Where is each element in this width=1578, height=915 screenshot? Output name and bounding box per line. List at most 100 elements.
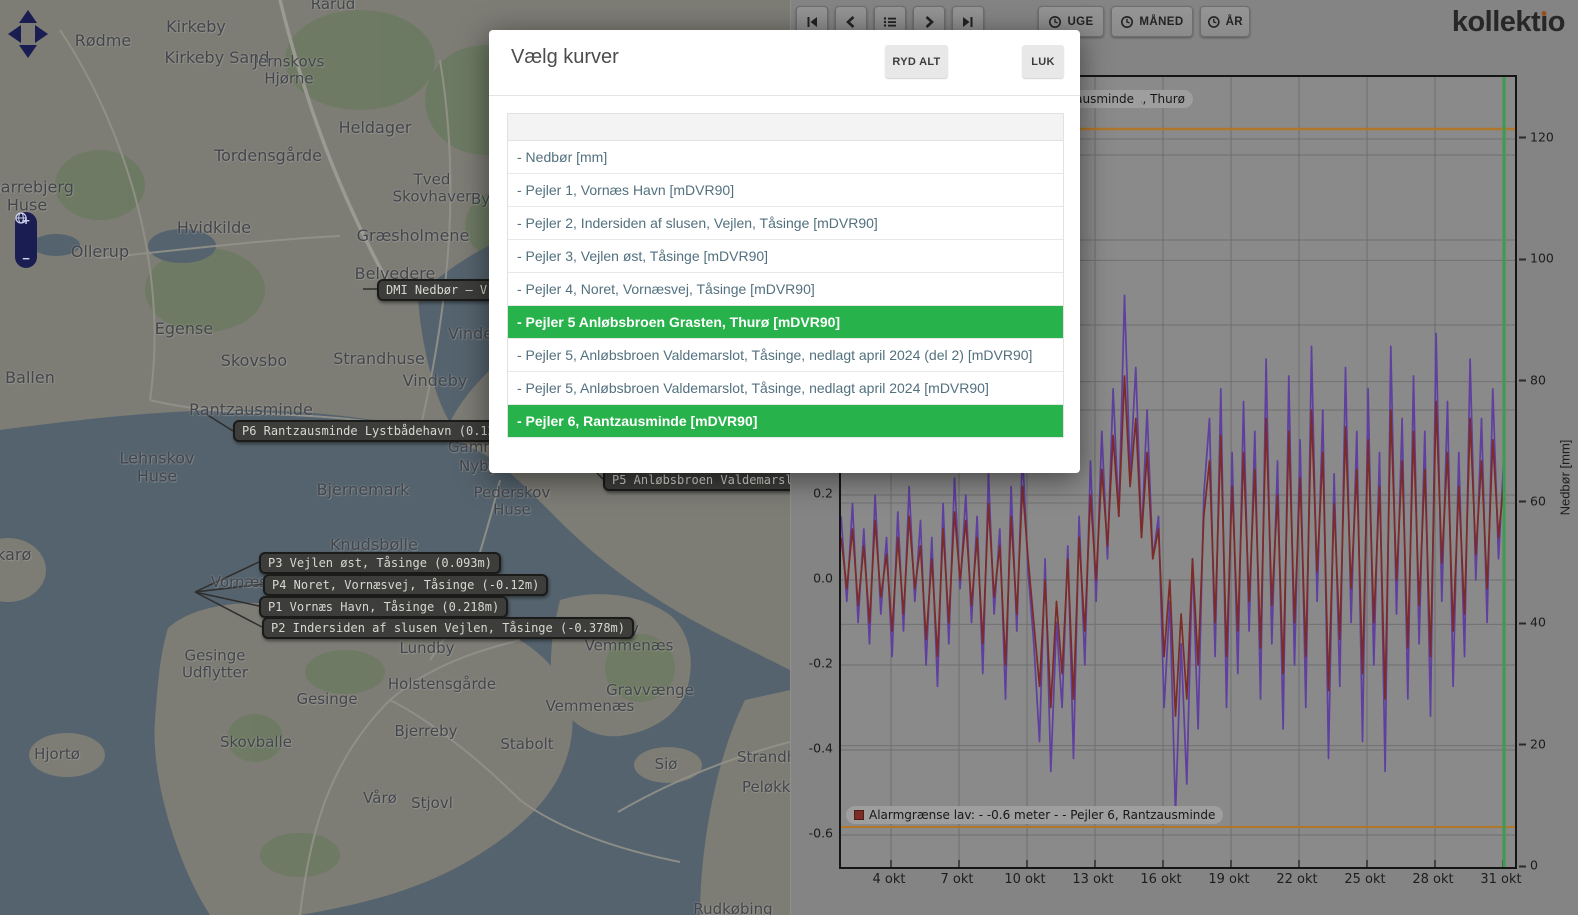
map-place-name: Lehnskov Huse — [119, 449, 194, 484]
p3-marker[interactable]: P3 Vejlen øst, Tåsinge (0.093m) — [259, 552, 501, 574]
axis-tick-label: -0.2 — [793, 656, 833, 671]
modal-title: Vælg kurver — [511, 46, 619, 69]
legend-swatch-maroon — [854, 810, 864, 820]
map-zoom-control[interactable]: + − — [15, 212, 37, 268]
range-year-label: ÅR — [1226, 16, 1243, 28]
axis-tick-label: 22 okt — [1276, 872, 1317, 887]
curve-row[interactable]: - Nedbør [mm] — [508, 141, 1063, 174]
axis-tick-label: 0 — [1519, 858, 1538, 873]
logo-i-dot — [1542, 11, 1547, 16]
map-place-name: Skarø — [0, 546, 31, 564]
axis-tick-label: 80 — [1519, 372, 1546, 387]
map-place-name: Ballen — [5, 369, 55, 387]
range-week-label: UGE — [1067, 16, 1093, 28]
axis-tick-label: 31 okt — [1480, 872, 1521, 887]
clear-all-button[interactable]: RYD ALT — [885, 45, 948, 78]
p4-marker[interactable]: P4 Noret, Vornæsvej, Tåsinge (-0.12m) — [263, 574, 548, 596]
map-place-name: Vornæs — [211, 574, 267, 591]
map-place-name: Vindeby — [403, 372, 468, 390]
axis-tick-label: -0.6 — [793, 826, 833, 841]
clock-icon — [1048, 15, 1062, 29]
map-place-name: Siø — [655, 756, 678, 773]
list-icon — [883, 15, 897, 29]
axis-tick-label: 10 okt — [1004, 872, 1045, 887]
curve-row[interactable]: - Pejler 3, Vejlen øst, Tåsinge [mDVR90] — [508, 240, 1063, 273]
map-place-name: Hjortø — [34, 746, 80, 763]
curve-row[interactable]: - Pejler 4, Noret, Vornæsvej, Tåsinge [m… — [508, 273, 1063, 306]
axis-tick-label: 60 — [1519, 493, 1546, 508]
map-place-name: Stabolt — [500, 736, 553, 753]
map-place-name: Rantzausminde — [189, 401, 313, 419]
axis-tick-label: 19 okt — [1208, 872, 1249, 887]
p6-marker[interactable]: P6 Rantzausminde Lystbådehavn (0.12 — [233, 420, 504, 442]
axis-tick-label: 0.0 — [793, 571, 833, 586]
map-place-name: Tved Skovhaver — [393, 172, 472, 205]
chevron-right-icon — [922, 15, 936, 29]
map-place-name: Skovsbo — [221, 352, 287, 370]
close-button[interactable]: LUK — [1022, 45, 1064, 78]
curve-list-header — [508, 114, 1063, 141]
clock-icon — [1120, 15, 1134, 29]
curve-row[interactable]: - Pejler 5, Anløbsbroen Valdemarslot, Tå… — [508, 339, 1063, 372]
p2-marker[interactable]: P2 Indersiden af slusen Vejlen, Tåsinge … — [262, 617, 634, 639]
map-place-name: Gesinge — [296, 691, 357, 708]
axis-tick-label: 7 okt — [941, 872, 974, 887]
map-place-name: Græsholmene — [357, 227, 470, 245]
curve-row[interactable]: - Pejler 5 Anløbsbroen Grasten, Thurø [m… — [508, 306, 1063, 339]
app: + − RårudKirkebyRødmeKirkeby SandJernsko… — [0, 0, 1578, 915]
map-place-name: Strandhuse — [737, 749, 790, 766]
axis-tick-label: 25 okt — [1344, 872, 1385, 887]
map-place-name: Knarrebjerg Huse — [0, 178, 74, 213]
map-place-name: Egense — [155, 320, 213, 338]
map-place-name: Lundby — [399, 640, 454, 657]
map-place-name: Tordensgårde — [214, 147, 322, 165]
map-place-name: Bjerreby — [394, 723, 457, 740]
legend-alarm-low: Alarmgrænse lav: - -0.6 meter - - Pejler… — [846, 806, 1223, 824]
p1-marker[interactable]: P1 Vornæs Havn, Tåsinge (0.218m) — [259, 596, 508, 618]
map-place-name: Jernskovs Hjørne — [254, 54, 325, 87]
curve-row[interactable]: - Pejler 1, Vornæs Havn [mDVR90] — [508, 174, 1063, 207]
map-place-name: Bjernemark — [317, 481, 410, 499]
curve-row[interactable]: - Pejler 2, Indersiden af slusen, Vejlen… — [508, 207, 1063, 240]
axis-tick-label: 16 okt — [1140, 872, 1181, 887]
map-place-name: Heldager — [339, 119, 412, 137]
range-month-button[interactable]: MÅNED — [1111, 6, 1193, 37]
axis-tick-label: 0.2 — [793, 486, 833, 501]
map-place-name: Rårud — [311, 0, 355, 12]
axis-tick-label: 13 okt — [1072, 872, 1113, 887]
map-place-name: Vemmenæs — [546, 698, 635, 715]
range-month-label: MÅNED — [1139, 16, 1183, 28]
map-place-name: Pederskov Huse — [474, 485, 551, 518]
map-place-name: Gesinge Udflytter — [182, 648, 248, 681]
map-place-name: Strandhuse — [333, 350, 425, 368]
chevron-left-icon — [844, 15, 858, 29]
curve-list: - Nedbør [mm]- Pejler 1, Vornæs Havn [mD… — [507, 113, 1064, 438]
map-place-name: Kirkeby — [166, 18, 226, 36]
modal-vaelg-kurver: Vælg kurver RYD ALT LUK - Nedbør [mm]- P… — [489, 30, 1080, 473]
map-place-name: Holstensgårde — [388, 676, 496, 693]
map-place-name: Rødme — [75, 32, 132, 50]
kollektio-logo: kollektıo — [1452, 6, 1565, 39]
axis-tick-label: 40 — [1519, 615, 1546, 630]
map-place-name: Hvidkilde — [177, 219, 251, 237]
axis-tick-label: 120 — [1519, 129, 1554, 144]
map-place-name: Rudkøbing — [693, 901, 772, 915]
axis-tick-label: 4 okt — [873, 872, 906, 887]
skip-last-icon — [961, 15, 975, 29]
axis-tick-label: 100 — [1519, 251, 1554, 266]
right-axis-title: Nedbør [mm] — [1557, 440, 1572, 516]
curve-row[interactable]: - Pejler 5, Anløbsbroen Valdemarslot, Tå… — [508, 372, 1063, 405]
map-place-name: Stjovl — [411, 795, 453, 812]
map-place-name: Ollerup — [71, 243, 129, 261]
modal-divider — [489, 95, 1080, 96]
map-place-name: Vårø — [363, 790, 397, 807]
range-year-button[interactable]: ÅR — [1200, 6, 1250, 37]
dmi-nedboer-marker[interactable]: DMI Nedbør – V — [377, 279, 496, 301]
skip-first-icon — [805, 15, 819, 29]
axis-tick-label: 28 okt — [1412, 872, 1453, 887]
axis-tick-label: 20 — [1519, 736, 1546, 751]
map-place-name: Skovballe — [220, 734, 292, 751]
clock-icon — [1207, 15, 1221, 29]
zoom-out-icon[interactable]: − — [22, 254, 30, 264]
curve-row[interactable]: - Pejler 6, Rantzausminde [mDVR90] — [508, 405, 1063, 438]
